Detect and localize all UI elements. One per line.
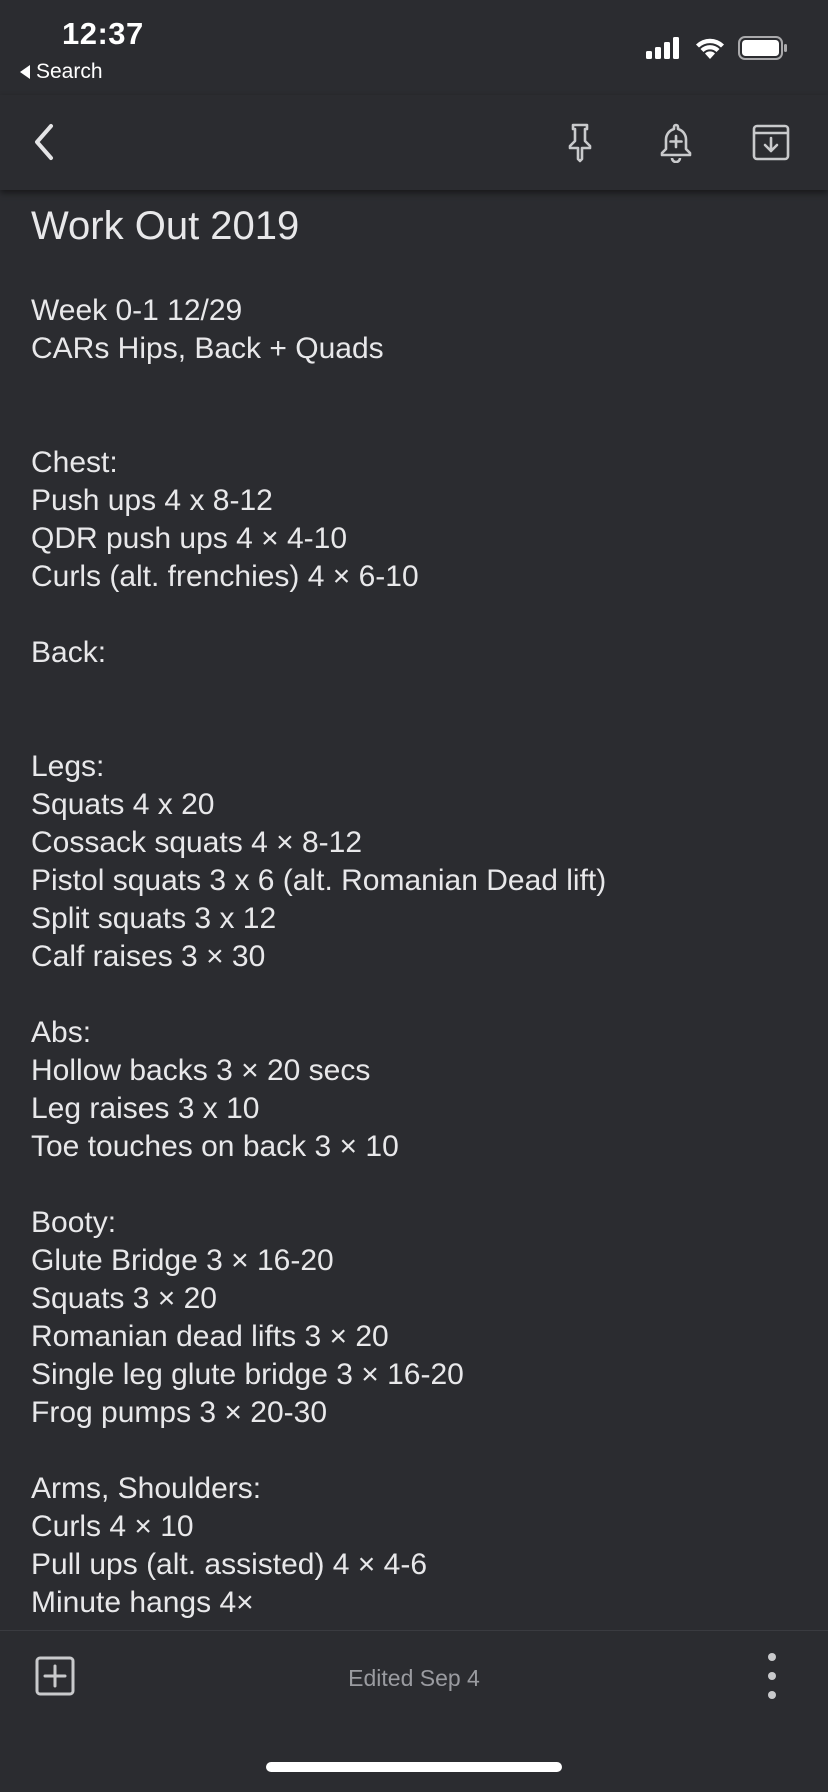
note-line: Legs: bbox=[31, 750, 105, 783]
note-line: Arms, Shoulders: bbox=[31, 1472, 262, 1505]
note-line: Romanian dead lifts 3 × 20 bbox=[31, 1320, 389, 1353]
note-line: Single leg glute bridge 3 × 16-20 bbox=[31, 1358, 464, 1391]
back-to-search-link[interactable]: Search bbox=[20, 60, 103, 84]
note-line: Minute hangs 4× bbox=[31, 1586, 254, 1619]
note-line: Push ups 4 x 8-12 bbox=[31, 484, 273, 517]
note-line: Chest: bbox=[31, 446, 118, 479]
note-line: Curls 4 × 10 bbox=[31, 1510, 194, 1543]
note-body[interactable]: Week 0-1 12/29 CARs Hips, Back + Quads Che… bbox=[31, 292, 801, 1620]
edited-timestamp: Edited Sep 4 bbox=[348, 1665, 480, 1691]
back-triangle-icon bbox=[20, 65, 30, 79]
pin-icon bbox=[568, 123, 592, 163]
more-vertical-icon bbox=[768, 1653, 776, 1661]
archive-icon bbox=[752, 124, 790, 161]
note-line: Squats 3 × 20 bbox=[31, 1282, 217, 1315]
note-title[interactable]: Work Out 2019 bbox=[31, 202, 801, 250]
bottom-bar: Edited Sep 4 bbox=[0, 1630, 828, 1723]
note-line: Split squats 3 x 12 bbox=[31, 902, 277, 935]
reminder-button[interactable] bbox=[649, 115, 703, 169]
note-line: Curls (alt. frenchies) 4 × 6-10 bbox=[31, 560, 419, 593]
note-line: Glute Bridge 3 × 16-20 bbox=[31, 1244, 334, 1277]
note-line bbox=[31, 710, 801, 748]
back-arrow-icon bbox=[35, 124, 53, 160]
note-line: Pistol squats 3 x 6 (alt. Romanian Dead … bbox=[31, 864, 607, 897]
more-options-button[interactable] bbox=[757, 1653, 787, 1699]
note-line: Frog pumps 3 × 20-30 bbox=[31, 1396, 328, 1429]
note-line bbox=[31, 1166, 801, 1204]
home-indicator bbox=[266, 1762, 562, 1772]
wifi-icon bbox=[696, 38, 724, 59]
note-line bbox=[31, 368, 801, 406]
note-line: Week 0-1 12/29 bbox=[31, 294, 243, 327]
signal-icon bbox=[646, 37, 679, 59]
note-line bbox=[31, 406, 801, 444]
battery-icon bbox=[738, 36, 787, 60]
note-content[interactable]: Work Out 2019 Week 0-1 12/29 CARs Hips, B… bbox=[31, 190, 801, 1620]
reminder-bell-icon bbox=[660, 123, 692, 163]
note-line: Squats 4 x 20 bbox=[31, 788, 215, 821]
back-button[interactable] bbox=[17, 115, 71, 169]
note-line: Leg raises 3 x 10 bbox=[31, 1092, 260, 1125]
status-icons bbox=[646, 36, 788, 60]
note-toolbar bbox=[0, 95, 828, 190]
note-line bbox=[31, 1432, 801, 1470]
status-bar: 12:37 Search bbox=[0, 0, 828, 90]
note-line: Toe touches on back 3 × 10 bbox=[31, 1130, 399, 1163]
note-line: Hollow backs 3 × 20 secs bbox=[31, 1054, 371, 1087]
archive-button[interactable] bbox=[744, 115, 798, 169]
note-line: Booty: bbox=[31, 1206, 117, 1239]
note-line: Cossack squats 4 × 8-12 bbox=[31, 826, 363, 859]
note-line bbox=[31, 976, 801, 1014]
note-line bbox=[31, 672, 801, 710]
note-line: Pull ups (alt. assisted) 4 × 4-6 bbox=[31, 1548, 428, 1581]
note-line: CARs Hips, Back + Quads bbox=[31, 332, 384, 365]
note-line: Abs: bbox=[31, 1016, 92, 1049]
note-line: QDR push ups 4 × 4-10 bbox=[31, 522, 348, 555]
pin-button[interactable] bbox=[553, 115, 607, 169]
back-to-search-label: Search bbox=[36, 60, 103, 83]
note-line: Back: bbox=[31, 636, 107, 669]
note-line bbox=[31, 596, 801, 634]
note-line: Calf raises 3 × 30 bbox=[31, 940, 266, 973]
status-time: 12:37 bbox=[62, 16, 144, 51]
